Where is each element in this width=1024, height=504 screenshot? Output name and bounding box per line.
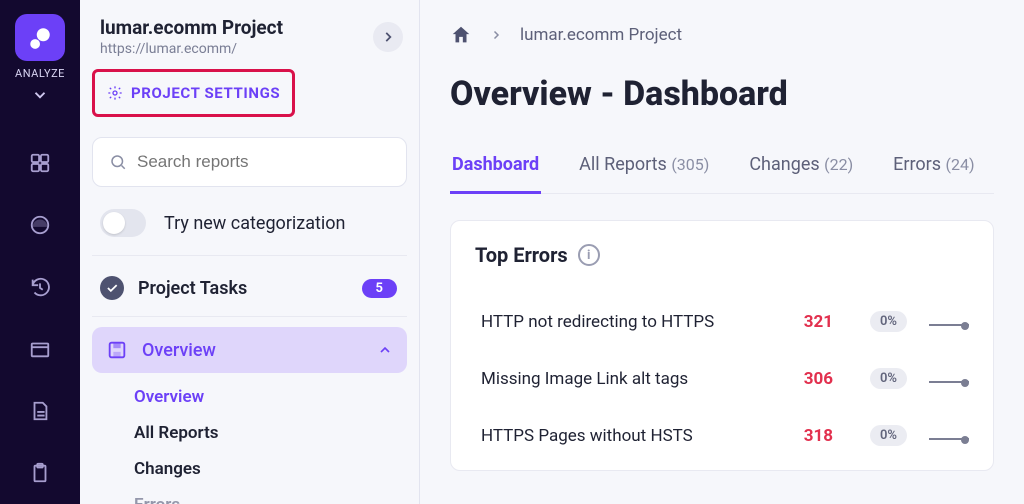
subnav-errors[interactable]: Errors xyxy=(134,495,407,504)
sparkline xyxy=(929,375,969,383)
categorization-label: Try new categorization xyxy=(164,213,346,234)
tab-dashboard[interactable]: Dashboard xyxy=(450,154,541,194)
project-switch-button[interactable] xyxy=(373,22,403,52)
tab-changes[interactable]: Changes (22) xyxy=(747,154,855,193)
error-pct: 0% xyxy=(870,368,907,389)
search-icon xyxy=(109,152,127,172)
rail-item-file[interactable] xyxy=(29,400,51,422)
subnav-changes[interactable]: Changes xyxy=(134,459,407,479)
tasks-label: Project Tasks xyxy=(138,278,247,299)
sidebar-item-overview[interactable]: Overview xyxy=(92,327,407,373)
rail-item-dashboard[interactable] xyxy=(29,152,51,174)
page-title: Overview - Dashboard xyxy=(450,74,994,114)
save-icon xyxy=(106,339,128,361)
search-reports[interactable] xyxy=(92,137,407,187)
error-row[interactable]: HTTP not redirecting to HTTPS 321 0% xyxy=(475,299,969,356)
chevron-right-icon xyxy=(490,29,502,41)
panel-title: Top Errors i xyxy=(475,243,969,267)
report-tabs: Dashboard All Reports (305) Changes (22)… xyxy=(450,154,994,194)
chevron-up-icon xyxy=(377,342,393,358)
check-circle-icon xyxy=(100,276,124,300)
overview-group-label: Overview xyxy=(142,340,216,361)
error-label: Missing Image Link alt tags xyxy=(481,369,782,389)
project-settings-label: PROJECT SETTINGS xyxy=(131,84,280,102)
sparkline xyxy=(929,318,969,326)
nav-rail: ANALYZE xyxy=(0,0,80,504)
archive-icon xyxy=(29,338,51,360)
subnav-overview[interactable]: Overview xyxy=(134,387,407,407)
gear-icon xyxy=(107,85,123,101)
tab-errors[interactable]: Errors (24) xyxy=(891,154,976,193)
try-new-categorization: Try new categorization xyxy=(92,201,407,256)
breadcrumb: lumar.ecomm Project xyxy=(450,24,994,46)
tasks-count-badge: 5 xyxy=(362,279,397,298)
sidebar: lumar.ecomm Project https://lumar.ecomm/… xyxy=(80,0,420,504)
project-settings-link[interactable]: PROJECT SETTINGS xyxy=(92,69,295,117)
rail-item-clipboard[interactable] xyxy=(29,462,51,484)
project-url: https://lumar.ecomm/ xyxy=(100,41,283,57)
error-label: HTTP not redirecting to HTTPS xyxy=(481,312,782,332)
error-count: 318 xyxy=(804,426,848,446)
error-row[interactable]: HTTPS Pages without HSTS 318 0% xyxy=(475,413,969,470)
search-input[interactable] xyxy=(137,152,390,172)
gauge-icon xyxy=(29,214,51,236)
categorization-toggle[interactable] xyxy=(100,209,146,237)
grid-icon xyxy=(29,152,51,174)
error-count: 306 xyxy=(804,369,848,389)
app-logo[interactable] xyxy=(15,14,65,61)
file-icon xyxy=(29,400,51,422)
error-pct: 0% xyxy=(870,311,907,332)
error-row[interactable]: Missing Image Link alt tags 306 0% xyxy=(475,356,969,413)
logo-icon xyxy=(27,25,53,51)
sparkline xyxy=(929,432,969,440)
overview-subnav: Overview All Reports Changes Errors xyxy=(92,373,407,504)
breadcrumb-home[interactable] xyxy=(450,24,472,46)
main-content: lumar.ecomm Project Overview - Dashboard… xyxy=(420,0,1024,504)
subnav-all-reports[interactable]: All Reports xyxy=(134,423,407,443)
chevron-right-icon xyxy=(381,30,395,44)
rail-expand[interactable] xyxy=(31,86,49,104)
rail-item-speed[interactable] xyxy=(29,214,51,236)
project-tasks-row[interactable]: Project Tasks 5 xyxy=(92,266,407,317)
error-pct: 0% xyxy=(870,425,907,446)
analyze-label: ANALYZE xyxy=(15,67,65,80)
rail-item-archive[interactable] xyxy=(29,338,51,360)
top-errors-panel: Top Errors i HTTP not redirecting to HTT… xyxy=(450,220,994,471)
chevron-down-icon xyxy=(31,86,49,104)
info-icon[interactable]: i xyxy=(578,244,600,266)
error-label: HTTPS Pages without HSTS xyxy=(481,426,782,446)
tab-all-reports[interactable]: All Reports (305) xyxy=(577,154,711,193)
project-header: lumar.ecomm Project https://lumar.ecomm/ xyxy=(92,16,407,69)
home-icon xyxy=(450,24,472,46)
restore-icon xyxy=(29,276,51,298)
project-title: lumar.ecomm Project xyxy=(100,16,283,39)
breadcrumb-project[interactable]: lumar.ecomm Project xyxy=(520,25,682,45)
error-count: 321 xyxy=(804,312,848,332)
clipboard-icon xyxy=(29,462,51,484)
rail-item-history[interactable] xyxy=(29,276,51,298)
